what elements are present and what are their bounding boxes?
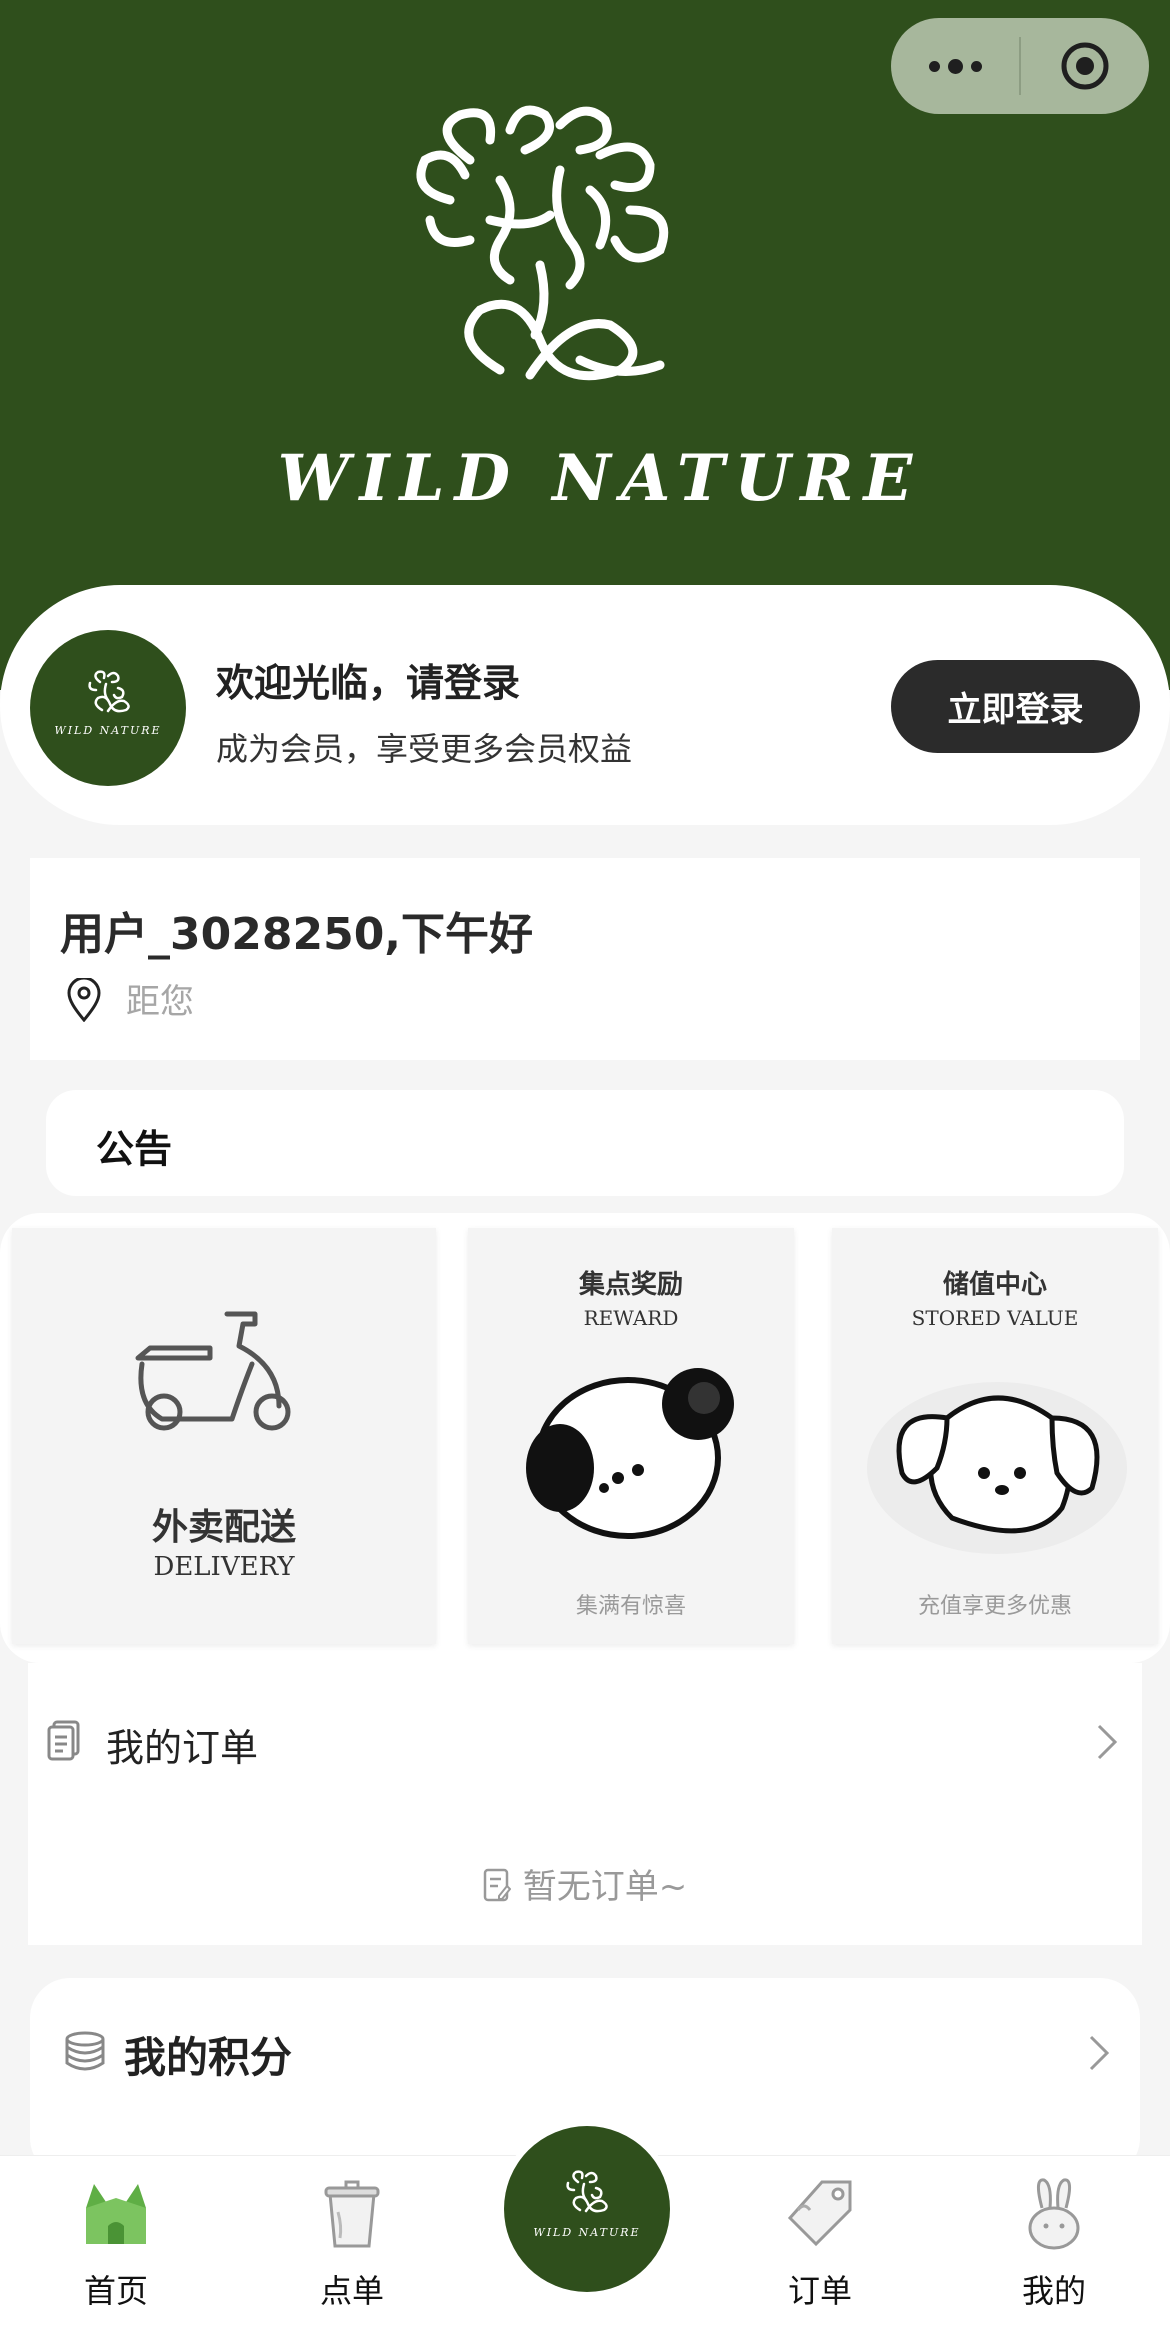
tab-home-label: 首页: [83, 2272, 148, 2310]
notice-label: 公告: [96, 1127, 173, 1171]
cup-icon: [324, 2180, 380, 2248]
document-icon: [47, 1720, 80, 1761]
avatar[interactable]: WILD NATURE: [30, 630, 186, 786]
tab-order-menu[interactable]: 点单: [252, 2156, 452, 2330]
location-pin-icon: [67, 978, 101, 1022]
home-house-icon: [86, 2184, 146, 2244]
welcome-title: 欢迎光临，请登录: [216, 661, 521, 705]
tab-home[interactable]: 首页: [16, 2156, 216, 2330]
panda-face-icon: [526, 1368, 734, 1539]
delivery-card[interactable]: 外卖配送 DELIVERY: [12, 1228, 436, 1644]
welcome-subtitle: 成为会员，享受更多会员权益: [216, 730, 633, 768]
stored-value-title: 储值中心: [942, 1270, 1047, 1300]
center-brand-button[interactable]: WILD NATURE: [498, 2120, 676, 2298]
greeting-card: 用户_3028250,下午好 距您: [30, 858, 1140, 1060]
coin-stack-icon: [65, 2031, 105, 2071]
stored-value-card[interactable]: 储值中心 STORED VALUE 充值享更多优惠: [832, 1228, 1158, 1644]
empty-orders: 暂无订单~: [28, 1859, 1142, 1908]
avatar-brand: WILD NATURE: [54, 724, 161, 737]
delivery-subtitle: DELIVERY: [153, 1552, 295, 1582]
login-button[interactable]: 立即登录: [891, 660, 1140, 753]
delivery-title: 外卖配送: [151, 1507, 296, 1548]
reward-footer: 集满有惊喜: [575, 1594, 686, 1619]
note-edit-icon: [483, 1868, 511, 1902]
stored-value-subtitle: STORED VALUE: [911, 1306, 1079, 1330]
location-distance: 距您: [126, 982, 194, 1022]
target-icon[interactable]: [1021, 18, 1149, 114]
chevron-right-icon[interactable]: [1096, 1723, 1118, 1761]
my-points-title: 我的积分: [124, 2033, 293, 2082]
brand-logo: WILD NATURE: [260, 100, 940, 520]
reward-subtitle: REWARD: [583, 1306, 679, 1330]
reward-title: 集点奖励: [578, 1270, 683, 1300]
tab-mine-label: 我的: [1021, 2272, 1086, 2310]
tab-mine[interactable]: 我的: [954, 2156, 1154, 2330]
puppy-face-icon: [867, 1382, 1127, 1554]
stored-value-footer: 充值享更多优惠: [917, 1594, 1072, 1619]
my-orders-title: 我的订单: [106, 1726, 259, 1770]
greeting-title: 用户_3028250,下午好: [60, 909, 534, 960]
bunny-icon: [1028, 2178, 1080, 2250]
brand-wordmark: WILD NATURE: [278, 441, 923, 516]
reward-card[interactable]: 集点奖励 REWARD 集满有惊喜: [468, 1228, 794, 1644]
center-brand-text: WILD NATURE: [533, 2226, 640, 2239]
tab-order-menu-label: 点单: [319, 2272, 384, 2310]
tag-icon: [787, 2180, 852, 2247]
chevron-right-icon[interactable]: [1088, 2034, 1110, 2072]
tab-orders-label: 订单: [787, 2272, 852, 2310]
scooter-icon: [135, 1311, 291, 1431]
my-orders-section[interactable]: 我的订单 暂无订单~: [28, 1663, 1142, 1945]
empty-orders-text: 暂无订单~: [522, 1867, 688, 1907]
center-brand-logo: WILD NATURE: [504, 2126, 670, 2292]
tab-orders[interactable]: 订单: [720, 2156, 920, 2330]
notice-bar[interactable]: 公告: [46, 1090, 1124, 1196]
